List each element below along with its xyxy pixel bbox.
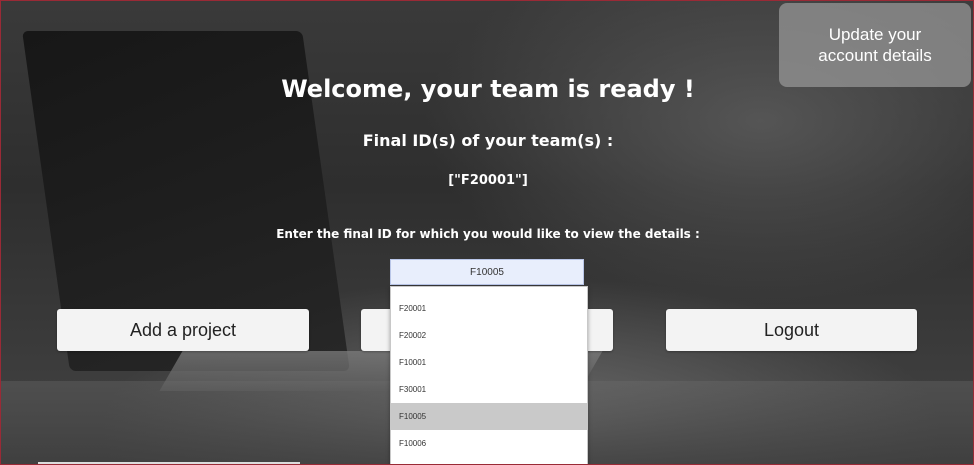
suggestion-item[interactable]: F10006 — [391, 430, 587, 457]
team-ids-heading: Final ID(s) of your team(s) : — [362, 131, 614, 150]
suggestion-item[interactable]: F20002 — [391, 322, 587, 349]
final-id-input[interactable] — [390, 259, 584, 285]
suggestion-item[interactable]: F10001 — [391, 349, 587, 376]
add-project-button[interactable]: Add a project — [57, 309, 309, 351]
page-title: Welcome, your team is ready ! — [281, 75, 695, 103]
final-id-suggestions: F20001 F20002 F10001 F30001 F10005 F1000… — [390, 286, 588, 464]
suggestion-item[interactable]: F20001 — [391, 295, 587, 322]
final-id-prompt: Enter the final ID for which you would l… — [276, 227, 700, 241]
app-frame: Update your account details Welcome, you… — [0, 0, 974, 465]
logout-button[interactable]: Logout — [666, 309, 917, 351]
suggestion-item[interactable]: F30001 — [391, 376, 587, 403]
suggestion-item-highlighted[interactable]: F10005 — [391, 403, 587, 430]
team-ids-value: ["F20001"] — [448, 173, 528, 188]
